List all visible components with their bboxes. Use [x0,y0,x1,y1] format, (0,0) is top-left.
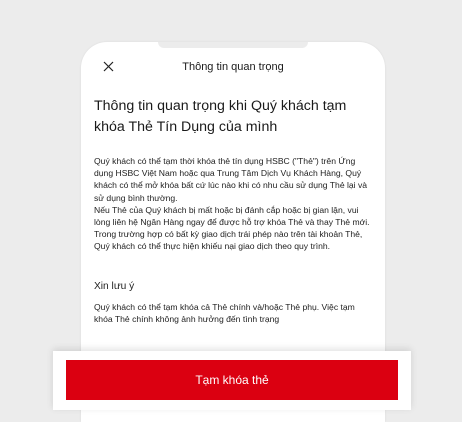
footer-bar: Tạm khóa thẻ [53,351,411,410]
top-bar: Thông tin quan trọng [81,52,385,82]
paragraph-1: Quý khách có thể tạm thời khóa thẻ tín d… [94,156,368,203]
device-notch [158,42,308,48]
paragraph-2: Nếu Thẻ của Quý khách bị mất hoặc bị đán… [94,204,370,252]
close-button[interactable] [98,56,118,76]
content-heading: Thông tin quan trọng khi Quý khách tạm k… [94,98,347,135]
lock-card-button[interactable]: Tạm khóa thẻ [66,360,398,400]
content-area: Thông tin quan trọng khi Quý khách tạm k… [94,96,371,325]
note-text: Quý khách có thể tạm khóa cả Thẻ chính v… [94,301,355,324]
note-title: Xin lưu ý [94,280,135,292]
close-icon [103,61,113,71]
page-title: Thông tin quan trọng [182,61,284,73]
